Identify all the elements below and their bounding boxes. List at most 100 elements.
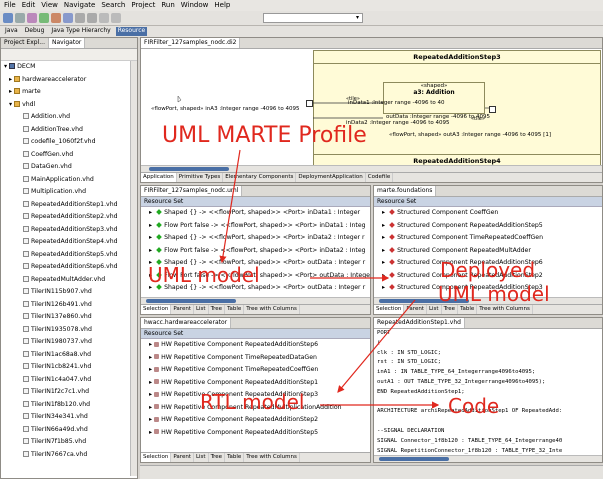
tab-uml-file[interactable]: FIRFilter_127samples_nodc.uml	[141, 186, 243, 196]
file-item[interactable]: TilerIN34e341.vhd	[1, 411, 137, 424]
tab-codefile[interactable]: Codefile	[366, 173, 394, 182]
file-item[interactable]: RepeatedAdditionStep3.vhd	[1, 224, 137, 237]
perspective-java[interactable]: Java	[3, 27, 20, 36]
tab-vhd-file[interactable]: RepeatedAdditionStep1.vhd	[374, 318, 465, 328]
tree-row[interactable]: ▸ Structured Component TimeRepeatedCoeff…	[374, 232, 602, 245]
tab-marte-foundations[interactable]: marte.foundations	[374, 186, 437, 196]
view-tab-table[interactable]: Table	[225, 305, 245, 314]
tree-row[interactable]: ▸ Shaped {} -> <<flowPort, shaped>> <Por…	[141, 207, 370, 220]
file-item[interactable]: TilerIN126b491.vhd	[1, 299, 137, 312]
menu-search[interactable]: Search	[101, 1, 125, 10]
tree-row[interactable]: ▸ HW Repetitive Component TimeRepeatedDa…	[141, 352, 370, 365]
menu-project[interactable]: Project	[131, 1, 155, 10]
code-hscroll[interactable]	[374, 455, 602, 462]
run-icon[interactable]	[39, 13, 49, 23]
view-tab-tree[interactable]: Tree	[442, 305, 459, 314]
forward-icon[interactable]	[87, 13, 97, 23]
perspective-resource[interactable]: Resource	[115, 27, 148, 36]
uml-hscroll[interactable]	[141, 297, 370, 304]
tab-hwacc[interactable]: hwacc.hardwareaccelerator	[141, 318, 232, 328]
tree-row[interactable]: ▸ Structured Component RepeatedAdditionS…	[374, 220, 602, 233]
menu-run[interactable]: Run	[161, 1, 174, 10]
layout-icon[interactable]	[111, 13, 121, 23]
view-tab-tree[interactable]: Tree	[209, 453, 226, 462]
menu-file[interactable]: File	[4, 1, 16, 10]
menu-window[interactable]: Window	[181, 1, 209, 10]
file-item[interactable]: TilerIN115b907.vhd	[1, 286, 137, 299]
perspective-debug[interactable]: Debug	[23, 27, 47, 36]
back-icon[interactable]	[75, 13, 85, 23]
file-item[interactable]: TilerIN1f2c7c1.vhd	[1, 386, 137, 399]
zoom-icon[interactable]	[99, 13, 109, 23]
file-item[interactable]: AdditionTree.vhd	[1, 124, 137, 137]
view-tab-list[interactable]: List	[427, 305, 442, 314]
view-tab-tree-with-columns[interactable]: Tree with Columns	[244, 453, 300, 462]
view-tab-tree[interactable]: Tree	[209, 305, 226, 314]
file-item[interactable]: MainApplication.vhd	[1, 174, 137, 187]
file-item[interactable]: RepeatedAdditionStep4.vhd	[1, 236, 137, 249]
tree-row[interactable]: ▸ HW Repetitive Component RepeatedAdditi…	[141, 427, 370, 440]
file-item[interactable]: Multiplication.vhd	[1, 186, 137, 199]
file-item[interactable]: TilerIN7667ca.vhd	[1, 449, 137, 462]
file-item[interactable]: RepeatedMultAdder.vhd	[1, 274, 137, 287]
tab-application[interactable]: Application	[141, 173, 177, 182]
tree-row[interactable]: ▸ Shaped {} -> <<flowPort, shaped>> <Por…	[141, 232, 370, 245]
file-item[interactable]: TilerIN137e860.vhd	[1, 311, 137, 324]
file-item[interactable]: TilerIN1980737.vhd	[1, 336, 137, 349]
print-icon[interactable]	[27, 13, 37, 23]
menu-help[interactable]: Help	[214, 1, 230, 10]
view-tab-table[interactable]: Table	[225, 453, 245, 462]
file-item[interactable]: DataGen.vhd	[1, 161, 137, 174]
tree-row[interactable]: ▸ Flow Port false -> <<flowPort, shaped>…	[141, 245, 370, 258]
file-item[interactable]: Addition.vhd	[1, 111, 137, 124]
debug-icon[interactable]	[51, 13, 61, 23]
tree-row[interactable]: ▸ Structured Component RepeatedMultAdder	[374, 245, 602, 258]
menu-navigate[interactable]: Navigate	[64, 1, 95, 10]
file-item[interactable]: CoeffGen.vhd	[1, 149, 137, 162]
view-tab-list[interactable]: List	[194, 453, 209, 462]
tree-item-root[interactable]: ▾ DECM	[1, 61, 137, 74]
menu-edit[interactable]: Edit	[22, 1, 36, 10]
view-tab-tree-with-columns[interactable]: Tree with Columns	[477, 305, 533, 314]
editor-hscroll[interactable]	[141, 165, 602, 172]
file-item[interactable]: RepeatedAdditionStep2.vhd	[1, 211, 137, 224]
tab-navigator[interactable]: Navigator	[48, 38, 86, 48]
navigator-scrollbar[interactable]	[130, 61, 137, 476]
tab-primitive-types[interactable]: Primitive Types	[177, 173, 224, 182]
search-icon[interactable]	[63, 13, 73, 23]
zoom-combo[interactable]: ▾	[263, 13, 363, 23]
file-item[interactable]: TilerIN1c4a047.vhd	[1, 374, 137, 387]
tree-item-folder[interactable]: ▾ vhdl	[1, 99, 137, 112]
tree-row[interactable]: ▸ HW Repetitive Component RepeatedAdditi…	[141, 339, 370, 352]
file-item[interactable]: RepeatedAdditionStep1.vhd	[1, 199, 137, 212]
file-item[interactable]: codefile_1060f2f.vhd	[1, 136, 137, 149]
menu-view[interactable]: View	[41, 1, 58, 10]
file-item[interactable]: TilerIN66a49d.vhd	[1, 424, 137, 437]
perspective-type-hierarchy[interactable]: Java Type Hierarchy	[49, 27, 112, 36]
tree-row[interactable]: ▸ Structured Component CoeffGen	[374, 207, 602, 220]
tree-row[interactable]: ▸ HW Repetitive Component RepeatedAdditi…	[141, 414, 370, 427]
view-tab-selection[interactable]: Selection	[374, 305, 405, 314]
file-item[interactable]: RepeatedAdditionStep6.vhd	[1, 261, 137, 274]
view-tab-parent[interactable]: Parent	[171, 305, 194, 314]
tree-item-folder[interactable]: ▸ hardwareaccelerator	[1, 74, 137, 87]
view-tab-parent[interactable]: Parent	[171, 453, 194, 462]
view-tab-parent[interactable]: Parent	[404, 305, 427, 314]
file-item[interactable]: TilerIN1f8b120.vhd	[1, 399, 137, 412]
view-tab-selection[interactable]: Selection	[141, 305, 172, 314]
tab-project-explorer[interactable]: Project Expl...	[1, 38, 49, 48]
view-tab-tree-with-columns[interactable]: Tree with Columns	[244, 305, 300, 314]
save-icon[interactable]	[15, 13, 25, 23]
file-item[interactable]: TilerIN1935078.vhd	[1, 324, 137, 337]
tab-elementary-components[interactable]: Elementary Components	[223, 173, 297, 182]
tab-deployment-application[interactable]: DeploymentApplication	[296, 173, 366, 182]
file-item[interactable]: TilerIN1ac68a8.vhd	[1, 349, 137, 362]
file-item[interactable]: TilerIN7f1b85.vhd	[1, 436, 137, 449]
view-tab-list[interactable]: List	[194, 305, 209, 314]
file-item[interactable]: RepeatedAdditionStep5.vhd	[1, 249, 137, 262]
tree-row[interactable]: ▸ Flow Port false -> <<flowPort, shaped>…	[141, 220, 370, 233]
tree-row[interactable]: ▸ HW Repetitive Component RepeatedAdditi…	[141, 377, 370, 390]
tree-row[interactable]: ▸ HW Repetitive Component TimeRepeatedCo…	[141, 364, 370, 377]
view-tab-selection[interactable]: Selection	[141, 453, 172, 462]
new-icon[interactable]	[3, 13, 13, 23]
